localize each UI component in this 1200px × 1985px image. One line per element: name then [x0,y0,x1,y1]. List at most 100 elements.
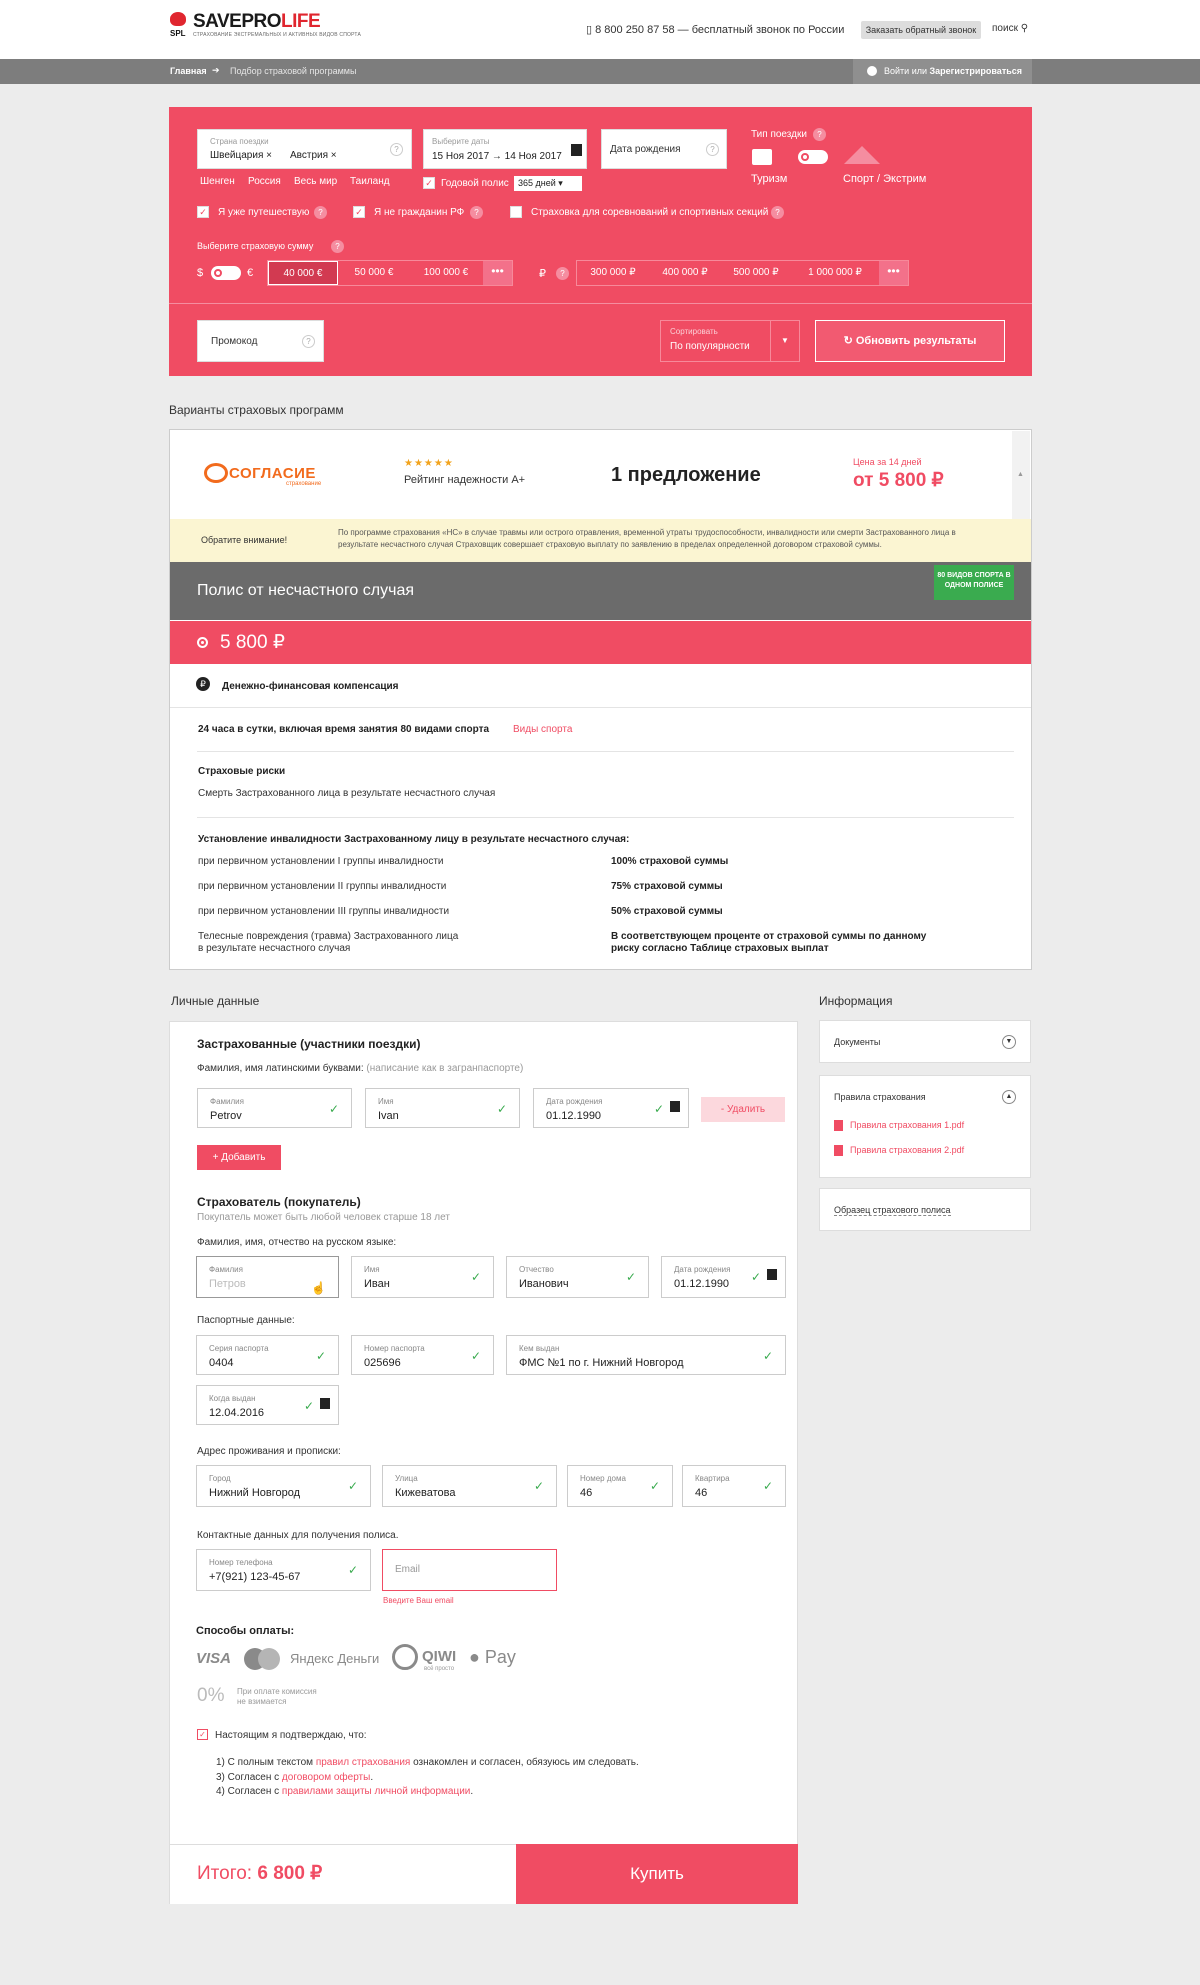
city-field[interactable]: Город Нижний Новгород ✓ [196,1465,371,1507]
add-insured-button[interactable]: + Добавить [197,1145,281,1170]
offer-link[interactable]: договором оферты [282,1772,370,1783]
insured-surname-field[interactable]: Фамилия Petrov ✓ [197,1088,352,1128]
callback-button[interactable]: Заказать обратный звонок [861,21,981,39]
currency-euro[interactable]: € [247,267,253,279]
help-icon[interactable]: ? [331,240,344,253]
rules-label[interactable]: Правила страхования [834,1092,926,1102]
currency-toggle[interactable] [211,266,241,280]
passport-issuer-field[interactable]: Кем выдан ФМС №1 по г. Нижний Новгород ✓ [506,1335,786,1375]
trip-sport-label[interactable]: Спорт / Экстрим [843,173,926,185]
buyer-birthdate-field[interactable]: Дата рождения 01.12.1990 ✓ [661,1256,786,1298]
sample-policy-link[interactable]: Образец страхового полиса [834,1205,951,1216]
country-tag[interactable]: Австрия × [290,150,337,161]
sum-option[interactable]: 300 000 ₽ [577,261,649,285]
help-icon[interactable]: ? [314,206,327,219]
calendar-icon[interactable] [670,1101,680,1112]
suitcase-icon[interactable] [752,149,772,165]
more-sums-button[interactable]: ••• [483,261,512,285]
help-icon[interactable]: ? [302,335,315,348]
pdf-link[interactable]: Правила страхования 1.pdf [850,1120,964,1130]
quick-link-russia[interactable]: Россия [248,176,281,187]
disability-row-label: при первичном установлении I группы инва… [198,856,444,867]
scrollbar[interactable]: ▲ [1012,431,1030,519]
phone-field[interactable]: Номер телефона +7(921) 123-45-67 ✓ [196,1549,371,1591]
sum-option[interactable]: 50 000 € [339,261,409,285]
dates-field[interactable]: Выберите даты 15 Ноя 2017 → 14 Ноя 2017 [423,129,587,169]
sum-option[interactable]: 40 000 € [268,261,338,285]
sum-option[interactable]: 100 000 € [409,261,483,285]
competition-checkbox[interactable] [510,206,522,218]
mastercard-icon [258,1648,280,1670]
birthdate-field[interactable]: Дата рождения ? [601,129,727,169]
sum-option[interactable]: 500 000 ₽ [721,261,791,285]
trip-tourism-label[interactable]: Туризм [751,173,787,185]
promo-field[interactable]: Промокод ? [197,320,324,362]
sort-dropdown-button[interactable]: ▼ [770,320,800,362]
sports-list-link[interactable]: Виды спорта [513,724,572,735]
country-tag[interactable]: Швейцария × [210,150,272,161]
insured-birthdate-field[interactable]: Дата рождения 01.12.1990 ✓ [533,1088,689,1128]
buyer-name-field[interactable]: Имя Иван ✓ [351,1256,494,1298]
privacy-link[interactable]: правилами защиты личной информации [282,1786,470,1797]
login-link[interactable]: Войти [884,66,909,76]
logo-icon[interactable] [170,12,186,26]
quick-link-thailand[interactable]: Таиланд [350,176,390,187]
traveling-checkbox[interactable]: ✓ [197,206,209,218]
caret-down-icon: ▼ [781,336,789,345]
pdf-link[interactable]: Правила страхования 2.pdf [850,1145,964,1155]
help-icon[interactable]: ? [813,128,826,141]
currency-rub: ₽ [539,268,546,280]
help-icon[interactable]: ? [706,143,719,156]
logo[interactable]: SAVEPROLIFE [193,11,321,33]
update-results-button[interactable]: ↻ Обновить результаты [815,320,1005,362]
policy-price-bar[interactable] [170,621,1031,664]
delete-insured-button[interactable]: - Удалить [701,1097,785,1122]
sum-option[interactable]: 1 000 000 ₽ [791,261,879,285]
chevron-up-icon[interactable]: ▲ [1002,1090,1016,1104]
buyer-patronymic-field[interactable]: Отчество Иванович ✓ [506,1256,649,1298]
annual-checkbox[interactable]: ✓ [423,177,435,189]
quick-link-schengen[interactable]: Шенген [200,176,235,187]
annual-period-select[interactable]: 365 дней ▾ [514,176,582,191]
passport-date-field[interactable]: Когда выдан 12.04.2016 ✓ [196,1385,339,1425]
rules-link[interactable]: правил страхования [316,1757,411,1768]
breadcrumb-home[interactable]: Главная [170,66,207,76]
trip-type-label: Тип поездки [751,129,807,140]
calendar-icon[interactable] [571,144,582,156]
currency-dollar[interactable]: $ [197,267,203,279]
documents-accordion[interactable]: Документы ▼ [819,1020,1031,1063]
insured-title: Застрахованные (участники поездки) [197,1037,421,1051]
policy-radio[interactable] [197,637,208,648]
help-icon[interactable]: ? [390,143,403,156]
buyer-surname-field[interactable]: Фамилия Петров ☝ [196,1256,339,1298]
chevron-down-icon[interactable]: ▼ [1002,1035,1016,1049]
help-icon[interactable]: ? [771,206,784,219]
flat-field[interactable]: Квартира 46 ✓ [682,1465,786,1507]
calendar-icon[interactable] [320,1398,330,1409]
sum-option[interactable]: 400 000 ₽ [649,261,721,285]
birthdate-placeholder: Дата рождения [610,144,681,155]
more-sums-button[interactable]: ••• [879,261,908,285]
help-icon[interactable]: ? [556,267,569,280]
house-field[interactable]: Номер дома 46 ✓ [567,1465,673,1507]
buy-button[interactable]: Купить [516,1844,798,1904]
insured-name-field[interactable]: Имя Ivan ✓ [365,1088,520,1128]
apple-pay-icon: ● Pay [469,1647,516,1667]
check-icon: ✓ [347,1479,358,1493]
help-icon[interactable]: ? [470,206,483,219]
confirm-item-4: 4) Согласен с правилами защиты личной ин… [216,1786,474,1797]
trip-type-toggle[interactable] [798,150,828,164]
calendar-icon[interactable] [767,1269,777,1280]
street-field[interactable]: Улица Кижеватова ✓ [382,1465,557,1507]
register-link[interactable]: Зарегистрироваться [930,66,1022,76]
non-citizen-checkbox[interactable]: ✓ [353,206,365,218]
mountain-icon[interactable] [844,146,880,164]
quick-link-world[interactable]: Весь мир [294,176,337,187]
email-field[interactable]: Email [382,1549,557,1591]
passport-number-field[interactable]: Номер паспорта 025696 ✓ [351,1335,494,1375]
country-field[interactable]: Страна поездки Швейцария × Австрия × ? [197,129,412,169]
or-text: или [911,66,928,76]
confirm-checkbox[interactable]: ✓ [197,1729,208,1740]
passport-series-field[interactable]: Серия паспорта 0404 ✓ [196,1335,339,1375]
search-link[interactable]: поиск ⚲ [992,23,1028,34]
